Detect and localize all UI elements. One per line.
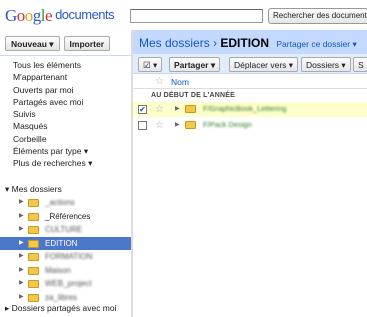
tree-folder[interactable]: ▶ za_libres xyxy=(0,291,131,305)
nav-item-opened[interactable]: Ouverts par moi xyxy=(13,84,131,96)
breadcrumb-separator: › xyxy=(213,36,218,50)
folder-icon xyxy=(28,226,39,234)
file-row[interactable]: ✔ ☆ ▶ F/GraphicBook_Lettering xyxy=(133,102,367,117)
nav-item-more-searches[interactable]: Plus de recherches ▾ xyxy=(13,157,131,169)
top-bar: Google documents Rechercher des documents xyxy=(0,0,367,30)
star-column-icon: ☆ xyxy=(155,76,164,87)
folder-icon xyxy=(28,280,39,288)
tree-folder-name: CULTURE xyxy=(45,225,83,234)
expand-triangle-icon[interactable]: ▶ xyxy=(19,210,24,224)
nav-item-shared[interactable]: Partagés avec moi xyxy=(13,96,131,108)
expand-triangle-icon[interactable]: ▶ xyxy=(19,277,24,291)
tree-folder[interactable]: ▶ CULTURE xyxy=(0,223,131,237)
nav-item-hidden[interactable]: Masqués xyxy=(13,120,131,132)
folder-tree: ▶ _actions ▶ _Références ▶ CULTURE ▶ EDITION… xyxy=(0,196,131,304)
my-folders-toggle[interactable]: ▾ Mes dossiers xyxy=(5,184,62,195)
tree-folder[interactable]: ▶ _Références xyxy=(0,210,131,224)
group-label: AU DÉBUT DE L'ANNÉE xyxy=(151,92,236,99)
tree-folder-name: _Références xyxy=(45,211,91,221)
expand-triangle-icon[interactable]: ▶ xyxy=(19,264,24,278)
expand-triangle-icon[interactable]: ▶ xyxy=(19,291,24,305)
tree-folder-name: WEB_project xyxy=(45,279,92,288)
tree-folder-name: EDITION xyxy=(45,238,78,248)
folder-icon xyxy=(28,266,39,275)
file-name[interactable]: F/GraphicBook_Lettering xyxy=(203,104,286,113)
breadcrumb-root-link[interactable]: Mes dossiers xyxy=(139,36,210,50)
breadcrumb: Mes dossiers › EDITION Partager ce dossi… xyxy=(139,36,357,50)
main-pane: Mes dossiers › EDITION Partager ce dossi… xyxy=(133,30,367,317)
nav-item-trash[interactable]: Corbeille xyxy=(13,133,131,145)
folder-icon xyxy=(28,293,39,302)
new-button[interactable]: Nouveau ▾ xyxy=(5,36,60,51)
expand-triangle-icon[interactable]: ▶ xyxy=(19,237,24,251)
tree-folder-selected[interactable]: ▶ EDITION xyxy=(0,236,131,251)
left-sidebar: Nouveau ▾ Importer Tous les éléments M'a… xyxy=(0,30,131,317)
breadcrumb-current: EDITION xyxy=(220,36,270,50)
file-row[interactable]: ☆ ▶ F/Pack Design xyxy=(133,118,367,133)
expand-triangle-icon[interactable]: ▶ xyxy=(19,223,24,237)
toolbar: ☑ ▾ Partager ▾ Déplacer vers ▾ Dossiers … xyxy=(133,54,367,74)
google-docs-logo[interactable]: Google documents xyxy=(5,6,115,26)
select-menu-button[interactable]: ☑ ▾ xyxy=(138,57,163,72)
row-checkbox[interactable] xyxy=(138,121,147,130)
expand-triangle-icon[interactable]: ▶ xyxy=(19,250,24,264)
folder-icon xyxy=(185,121,196,129)
nav-item-by-type[interactable]: Éléments par type ▾ xyxy=(13,145,131,157)
nav-item-all[interactable]: Tous les éléments xyxy=(13,59,131,71)
tree-folder[interactable]: ▶ WEB_project xyxy=(0,277,131,291)
nav-item-starred[interactable]: Suivis xyxy=(13,108,131,120)
tree-folder[interactable]: ▶ _actions xyxy=(0,196,131,210)
file-name[interactable]: F/Pack Design xyxy=(203,120,252,129)
sidebar-divider xyxy=(0,55,131,56)
tree-folder[interactable]: ▶ FORMATION xyxy=(0,250,131,264)
folder-icon xyxy=(28,239,39,248)
logo-product: documents xyxy=(55,7,115,22)
tree-folder-name: Maison xyxy=(45,265,71,275)
more-button[interactable]: S xyxy=(353,57,367,72)
row-checkbox[interactable]: ✔ xyxy=(138,105,147,114)
folder-icon xyxy=(28,212,39,221)
share-button[interactable]: Partager ▾ xyxy=(169,57,221,72)
shared-folders-toggle[interactable]: ▸ Dossiers partagés avec moi xyxy=(5,303,117,314)
tree-folder[interactable]: ▶ Maison xyxy=(0,264,131,278)
folders-button[interactable]: Dossiers ▾ xyxy=(301,57,351,72)
folder-header: Mes dossiers › EDITION Partager ce dossi… xyxy=(133,30,367,54)
search-input[interactable] xyxy=(130,9,263,23)
folder-icon xyxy=(28,253,39,261)
share-folder-link[interactable]: Partager ce dossier ▾ xyxy=(276,39,356,49)
column-header: ☆ Nom xyxy=(133,75,367,89)
star-icon[interactable]: ☆ xyxy=(155,105,164,115)
expand-triangle-icon[interactable]: ▶ xyxy=(175,121,180,128)
folder-icon xyxy=(185,105,196,113)
search-documents-button[interactable]: Rechercher des documents xyxy=(268,8,367,24)
expand-triangle-icon[interactable]: ▶ xyxy=(175,105,180,112)
move-to-button[interactable]: Déplacer vers ▾ xyxy=(229,57,299,72)
name-column-header[interactable]: Nom xyxy=(171,77,189,87)
expand-triangle-icon[interactable]: ▶ xyxy=(19,196,24,210)
import-button[interactable]: Importer xyxy=(63,36,111,51)
tree-folder-name: FORMATION xyxy=(45,252,93,261)
folder-icon xyxy=(28,199,39,207)
nav-item-owned[interactable]: M'appartenant xyxy=(13,71,131,83)
tree-folder-name: _actions xyxy=(45,198,75,207)
nav-list: Tous les éléments M'appartenant Ouverts … xyxy=(13,59,131,170)
star-icon[interactable]: ☆ xyxy=(155,121,164,131)
tree-folder-name: za_libres xyxy=(45,292,78,302)
